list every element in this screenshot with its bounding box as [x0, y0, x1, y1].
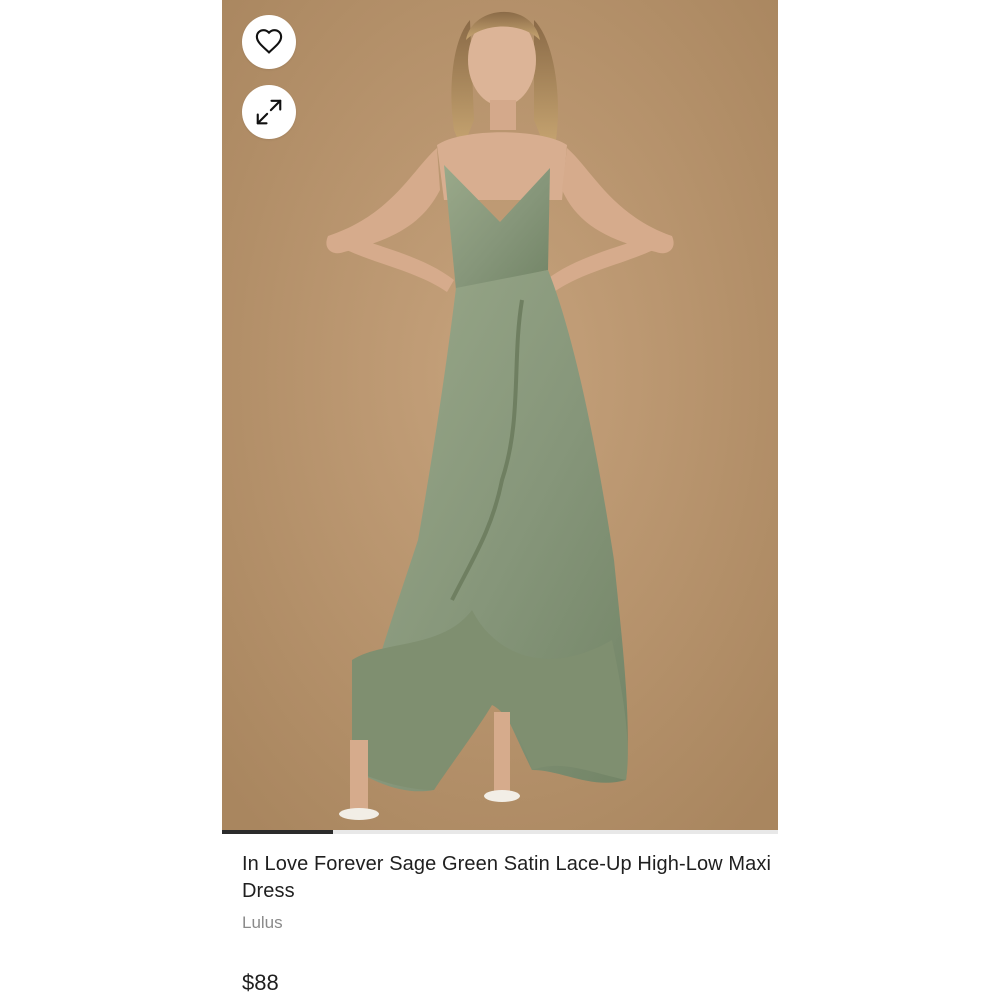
- favorite-button[interactable]: [242, 15, 296, 69]
- heart-icon: [255, 29, 283, 54]
- product-image[interactable]: [222, 0, 778, 830]
- product-card[interactable]: In Love Forever Sage Green Satin Lace-Up…: [222, 0, 778, 1000]
- product-brand: Lulus: [242, 913, 283, 932]
- product-title[interactable]: In Love Forever Sage Green Satin Lace-Up…: [242, 851, 772, 905]
- expand-icon: [256, 99, 282, 125]
- image-carousel-progress: [222, 830, 778, 834]
- image-carousel-progress-fill: [222, 830, 334, 834]
- product-page: In Love Forever Sage Green Satin Lace-Up…: [0, 0, 1000, 1000]
- product-photo: [222, 0, 778, 830]
- expand-button[interactable]: [242, 85, 296, 139]
- product-price: $88: [242, 970, 279, 995]
